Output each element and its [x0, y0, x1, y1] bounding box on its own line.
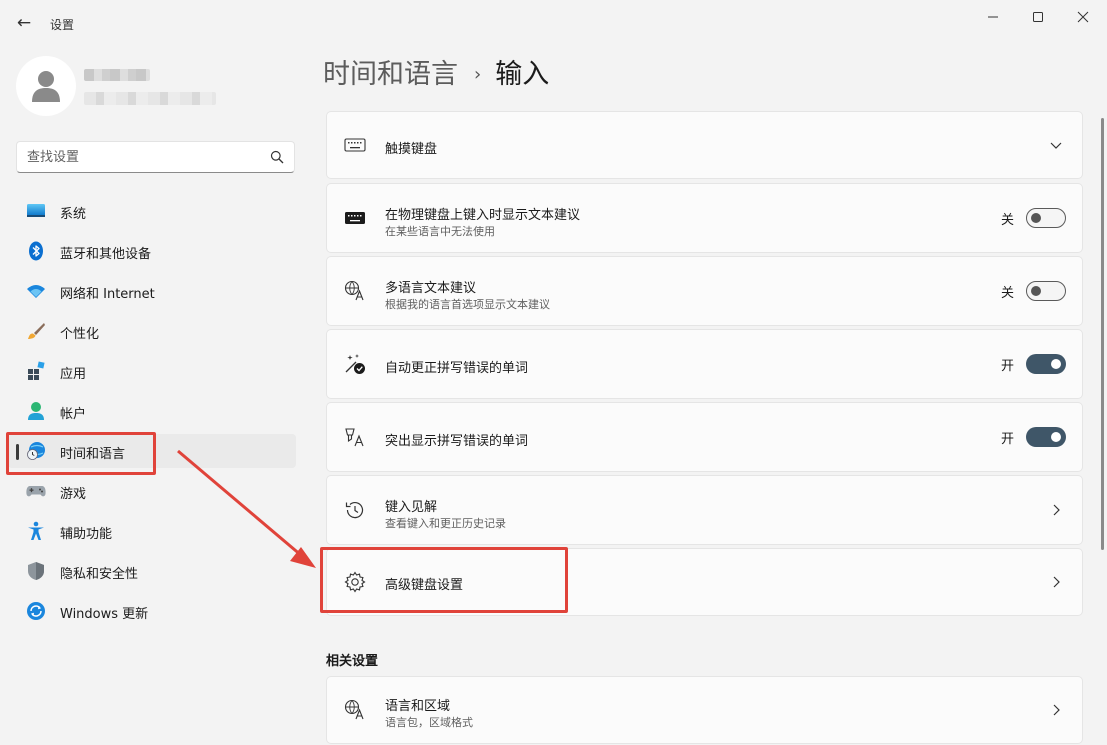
- toggle-knob: [1031, 213, 1041, 223]
- physical-keyboard-suggestions-card: 在物理键盘上键入时显示文本建议 在某些语言中无法使用 关: [326, 183, 1083, 253]
- toggle-state-label: 开: [1000, 432, 1014, 447]
- multilingual-subtitle: 根据我的语言首选项显示文本建议: [385, 298, 550, 311]
- minimize-icon: [988, 16, 998, 18]
- annotation-highlight-advanced: [320, 547, 568, 613]
- search-icon[interactable]: [270, 150, 284, 164]
- back-button[interactable]: ←: [14, 12, 34, 34]
- language-icon: [344, 699, 364, 720]
- update-icon: [27, 602, 45, 620]
- wifi-icon: [27, 285, 45, 298]
- minimize-button[interactable]: [971, 4, 1015, 30]
- touch-keyboard-card[interactable]: 触摸键盘: [326, 111, 1083, 179]
- language-region-title: 语言和区域: [385, 699, 451, 714]
- annotation-highlight-sidebar: [6, 432, 156, 475]
- sidebar-item-privacy[interactable]: 隐私和安全性: [8, 554, 296, 588]
- toggle-state-label: 开: [1000, 359, 1014, 374]
- shield-icon: [28, 562, 44, 580]
- autocorrect-toggle[interactable]: [1026, 354, 1066, 374]
- multilingual-title: 多语言文本建议: [385, 281, 477, 296]
- chevron-down-icon[interactable]: [1048, 137, 1064, 153]
- chevron-right-icon: [1053, 576, 1060, 588]
- language-icon: [344, 280, 364, 301]
- maximize-icon: [1033, 12, 1043, 22]
- blurred-user-name: [84, 69, 150, 81]
- close-button[interactable]: [1061, 4, 1105, 30]
- arrow-left-icon: ←: [16, 13, 32, 33]
- toggle-state-label: 关: [1000, 213, 1014, 228]
- search-input[interactable]: [27, 148, 257, 166]
- toggle-knob: [1051, 432, 1061, 442]
- sidebar-item-label: 个性化: [60, 327, 100, 342]
- sidebar-item-label: Windows 更新: [60, 607, 149, 622]
- app-title: 设置: [50, 18, 75, 32]
- sidebar-item-label: 应用: [60, 367, 87, 382]
- physical-suggestions-toggle[interactable]: [1026, 208, 1066, 228]
- user-profile[interactable]: [16, 56, 296, 118]
- related-settings-heading: 相关设置: [326, 654, 379, 669]
- sidebar-item-label: 帐户: [60, 407, 87, 422]
- highlight-misspelled-card: 突出显示拼写错误的单词 开: [326, 402, 1083, 472]
- sidebar-item-apps[interactable]: 应用: [8, 354, 296, 388]
- sidebar-item-accounts[interactable]: 帐户: [8, 394, 296, 428]
- breadcrumb: 时间和语言 › 输入: [323, 56, 549, 94]
- sidebar-item-label: 辅助功能: [60, 527, 113, 542]
- physical-suggestions-title: 在物理键盘上键入时显示文本建议: [385, 208, 581, 223]
- scrollbar-thumb[interactable]: [1101, 118, 1104, 550]
- search-box[interactable]: [16, 141, 295, 173]
- monitor-icon: [27, 204, 45, 217]
- sidebar-item-windows-update[interactable]: Windows 更新: [8, 594, 296, 628]
- sidebar-item-system[interactable]: 系统: [8, 194, 296, 228]
- accessibility-icon: [28, 521, 44, 540]
- language-region-card[interactable]: 语言和区域 语言包，区域格式: [326, 676, 1083, 744]
- typing-insights-subtitle: 查看键入和更正历史记录: [385, 517, 506, 530]
- typing-insights-card[interactable]: 键入见解 查看键入和更正历史记录: [326, 475, 1083, 545]
- toggle-knob: [1031, 286, 1041, 296]
- gamepad-icon: [26, 486, 46, 497]
- highlight-toggle[interactable]: [1026, 427, 1066, 447]
- language-region-subtitle: 语言包，区域格式: [385, 716, 473, 729]
- sidebar-item-bluetooth[interactable]: 蓝牙和其他设备: [8, 234, 296, 268]
- chevron-right-icon: [1053, 504, 1060, 516]
- multilingual-toggle[interactable]: [1026, 281, 1066, 301]
- sidebar-item-accessibility[interactable]: 辅助功能: [8, 514, 296, 548]
- sidebar-nav: 系统 蓝牙和其他设备 网络和 Internet 个性化 应用 帐户 时间和语言 …: [0, 194, 300, 634]
- account-icon: [28, 402, 44, 420]
- maximize-button[interactable]: [1016, 4, 1060, 30]
- highlighter-text-icon: [345, 428, 364, 447]
- brush-icon: [28, 323, 45, 339]
- title-bar: ← 设置: [0, 0, 1107, 46]
- close-icon: [1077, 11, 1089, 23]
- keyboard-filled-icon: [345, 212, 365, 224]
- sidebar-item-label: 隐私和安全性: [60, 567, 139, 582]
- typing-insights-title: 键入见解: [385, 500, 438, 515]
- keyboard-icon: [344, 138, 366, 152]
- toggle-state-label: 关: [1000, 286, 1014, 301]
- magic-wand-check-icon: [345, 354, 365, 374]
- history-icon: [345, 502, 364, 519]
- avatar[interactable]: [16, 56, 76, 116]
- sidebar-item-gaming[interactable]: 游戏: [8, 474, 296, 508]
- sidebar-item-label: 网络和 Internet: [60, 287, 155, 302]
- blurred-user-email: [84, 92, 216, 105]
- sidebar-item-label: 游戏: [60, 487, 87, 502]
- page-title: 输入: [495, 59, 550, 90]
- person-icon: [32, 71, 60, 102]
- sidebar-item-network[interactable]: 网络和 Internet: [8, 274, 296, 308]
- apps-icon: [28, 361, 45, 380]
- sidebar-item-label: 蓝牙和其他设备: [60, 247, 152, 262]
- physical-suggestions-subtitle: 在某些语言中无法使用: [385, 225, 495, 238]
- autocorrect-card: 自动更正拼写错误的单词 开: [326, 329, 1083, 399]
- breadcrumb-parent[interactable]: 时间和语言: [323, 59, 458, 90]
- touch-keyboard-title: 触摸键盘: [385, 142, 438, 157]
- sidebar-item-label: 系统: [60, 207, 87, 222]
- breadcrumb-separator: ›: [474, 64, 482, 85]
- sidebar-item-personalization[interactable]: 个性化: [8, 314, 296, 348]
- chevron-right-icon: [1053, 704, 1060, 716]
- autocorrect-title: 自动更正拼写错误的单词: [385, 361, 529, 376]
- bluetooth-icon: [29, 241, 43, 261]
- highlight-title: 突出显示拼写错误的单词: [385, 434, 529, 449]
- toggle-knob: [1051, 359, 1061, 369]
- multilingual-suggestions-card: 多语言文本建议 根据我的语言首选项显示文本建议 关: [326, 256, 1083, 326]
